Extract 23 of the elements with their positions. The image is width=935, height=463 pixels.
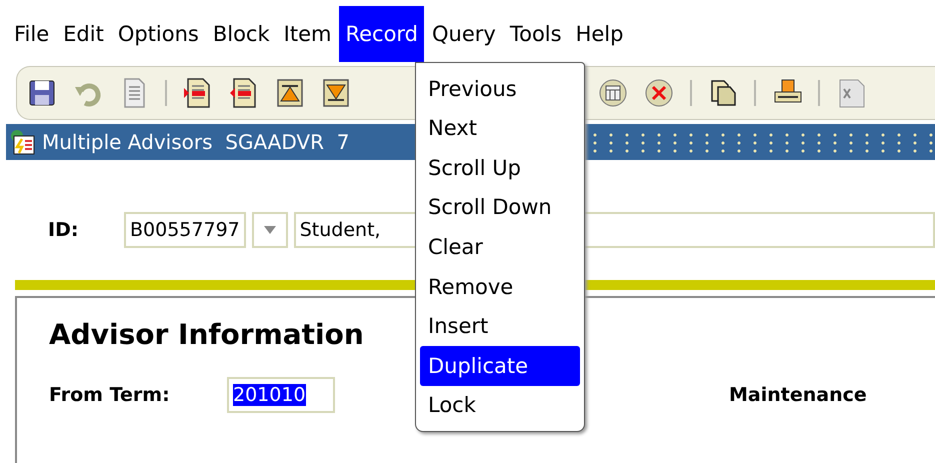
menu-entry[interactable]: Scroll Up	[420, 148, 580, 188]
from-term-label: From Term:	[49, 384, 171, 406]
menu-entry[interactable]: Duplicate	[420, 346, 580, 386]
menu-entry[interactable]: Previous	[420, 69, 580, 109]
menu-item[interactable]: Item	[278, 6, 338, 62]
maintenance-label: Maintenance	[729, 384, 867, 406]
menu-item[interactable]: Block	[206, 6, 276, 62]
from-term-field[interactable]: 201010	[227, 377, 335, 413]
menu-entry[interactable]: Insert	[420, 306, 580, 346]
menu-item[interactable]: Tools	[504, 6, 568, 62]
menu-entry[interactable]: Next	[420, 108, 580, 148]
menu-item[interactable]: Query	[426, 6, 502, 62]
id-label: ID:	[48, 219, 80, 241]
menu-item[interactable]: Help	[570, 6, 630, 62]
menu-item[interactable]: Record	[339, 6, 424, 62]
id-field[interactable]: B00557797	[124, 212, 246, 248]
menu-item[interactable]: File	[8, 6, 56, 62]
menu-entry[interactable]: Lock	[420, 386, 580, 426]
menu-item[interactable]: Options	[112, 6, 205, 62]
form-title: Multiple Advisors SGAADVR 7	[42, 130, 350, 154]
section-title: Advisor Information	[49, 318, 364, 351]
menu-entry[interactable]: Remove	[420, 266, 580, 306]
menu-item[interactable]: Edit	[57, 6, 110, 62]
